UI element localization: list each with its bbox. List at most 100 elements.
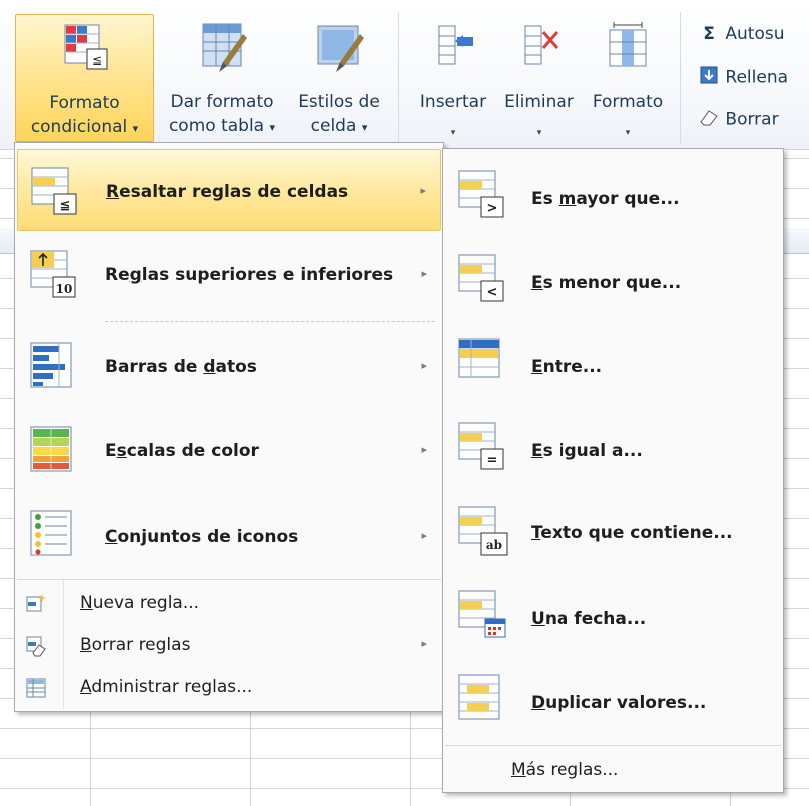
- submenu-item-date-occurring[interactable]: Una fecha...: [445, 575, 781, 657]
- mnemonic: d: [203, 357, 216, 377]
- mnemonic: C: [105, 527, 118, 547]
- clear-button[interactable]: Borrar: [698, 108, 779, 131]
- menu-item-label: ntre...: [542, 357, 603, 377]
- text-contains-icon: ab: [458, 506, 508, 556]
- top-bottom-rules-icon: 10: [30, 250, 76, 298]
- format-as-table-icon: [202, 23, 247, 72]
- duplicate-values-icon: [458, 674, 500, 720]
- format-as-table-button[interactable]: Dar formato como tabla ▾: [158, 14, 286, 142]
- fill-down-icon: [698, 66, 720, 89]
- format-label: Formato: [592, 92, 664, 112]
- submenu-item-more-rules[interactable]: Más reglas...: [445, 751, 781, 789]
- format-cells-icon: [609, 22, 647, 67]
- format-cells-button[interactable]: Formato ▾: [583, 14, 673, 142]
- menu-item-label: las superiores e inferiores: [141, 265, 394, 285]
- submenu-item-greater-than[interactable]: > Es mayor que...: [445, 155, 781, 237]
- delete-cells-button[interactable]: Eliminar ▾: [497, 14, 581, 142]
- fill-label: Rellena: [725, 67, 789, 88]
- data-bars-icon: [30, 342, 72, 388]
- greater-than-icon: >: [458, 170, 504, 218]
- submenu-item-equal-to[interactable]: = Es igual a...: [445, 407, 781, 489]
- clear-rules-icon: [26, 636, 46, 657]
- menu-item-label: ás reglas...: [525, 760, 619, 780]
- menu-item-label-pre: Es: [531, 189, 559, 209]
- cell-styles-label-2: celda: [310, 116, 357, 136]
- menu-divider: [105, 321, 435, 322]
- submenu-item-text-contains[interactable]: ab Texto que contiene...: [445, 491, 781, 573]
- conditional-format-label-1: Formato: [49, 93, 120, 113]
- highlight-cells-rules-icon: ≦: [31, 167, 77, 215]
- chevron-down-icon: ▾: [132, 122, 139, 135]
- autosum-label: Autosu: [725, 24, 785, 44]
- svg-text:>: >: [487, 201, 498, 216]
- menu-item-label-pre: E: [105, 441, 117, 461]
- menu-item-label: s menor que...: [542, 273, 682, 293]
- chevron-down-icon: ▾: [269, 121, 276, 134]
- sigma-icon: Σ: [703, 24, 715, 44]
- mnemonic: U: [531, 609, 545, 629]
- mnemonic: T: [531, 523, 541, 543]
- delete-cells-icon: [524, 25, 559, 65]
- eraser-icon: [698, 108, 720, 131]
- submenu-arrow-icon: ▸: [421, 359, 427, 372]
- insert-cells-icon: [438, 25, 473, 65]
- menu-item-label: ayor que...: [576, 189, 680, 209]
- menu-item-label: onjuntos de iconos: [117, 527, 299, 547]
- mnemonic: M: [511, 760, 526, 780]
- menu-item-color-scales[interactable]: Escalas de color ▸: [17, 411, 441, 493]
- delete-label: Eliminar: [504, 92, 574, 112]
- conditional-format-button[interactable]: ≦ Formato condicional ▾: [15, 14, 154, 142]
- insert-cells-button[interactable]: Insertar ▾: [411, 14, 495, 142]
- submenu-item-between[interactable]: Entre...: [445, 323, 781, 405]
- conditional-format-menu: ≦ Resaltar reglas de celdas ▸ 10 Reglas …: [14, 142, 444, 712]
- menu-item-label: calas de color: [126, 441, 259, 461]
- menu-item-label: exto que contiene...: [540, 523, 733, 543]
- svg-text:=: =: [487, 453, 498, 468]
- icon-sets-icon: [30, 510, 72, 556]
- submenu-arrow-icon: ▸: [421, 267, 427, 280]
- menu-item-label: ueva regla...: [92, 593, 200, 613]
- mnemonic: E: [531, 273, 543, 293]
- autosum-button[interactable]: Σ Autosu: [698, 24, 785, 44]
- cell-styles-label-2-wrap: celda ▾: [288, 114, 390, 140]
- menu-divider: [445, 745, 781, 746]
- between-icon: [458, 338, 500, 378]
- svg-text:<: <: [487, 285, 498, 300]
- mnemonic: s: [116, 441, 127, 461]
- menu-item-label: esaltar reglas de celdas: [119, 182, 349, 202]
- insert-label: Insertar: [419, 92, 487, 112]
- fill-button[interactable]: Rellena: [698, 66, 788, 89]
- menu-item-label: orrar reglas: [91, 635, 191, 655]
- menu-item-highlight-cells-rules[interactable]: ≦ Resaltar reglas de celdas ▸: [17, 149, 441, 231]
- menu-item-top-bottom-rules[interactable]: 10 Reglas superiores e inferiores ▸: [17, 235, 441, 317]
- cell-styles-icon: [317, 25, 364, 72]
- menu-item-label: uplicar valores...: [545, 693, 707, 713]
- menu-divider: [17, 579, 441, 580]
- svg-text:≦: ≦: [60, 198, 71, 213]
- mnemonic: g: [129, 265, 142, 285]
- mnemonic: B: [80, 635, 92, 655]
- manage-rules-icon: [26, 678, 46, 698]
- mnemonic: D: [531, 693, 546, 713]
- conditional-format-label-2: condicional: [30, 117, 128, 137]
- mnemonic: E: [531, 441, 543, 461]
- menu-item-manage-rules[interactable]: Administrar reglas...: [17, 667, 441, 707]
- submenu-item-less-than[interactable]: < Es menor que...: [445, 239, 781, 321]
- menu-item-new-rule[interactable]: Nueva regla...: [17, 583, 441, 623]
- menu-item-clear-rules[interactable]: Borrar reglas ▸: [17, 625, 441, 665]
- menu-item-data-bars[interactable]: Barras de datos ▸: [17, 327, 441, 409]
- mnemonic: N: [80, 593, 93, 613]
- menu-item-label: atos: [215, 357, 257, 377]
- color-scales-icon: [30, 426, 72, 472]
- format-as-table-label-2: como tabla: [168, 116, 265, 136]
- new-rule-icon: [26, 594, 46, 612]
- svg-text:10: 10: [56, 282, 73, 296]
- mnemonic: R: [106, 182, 120, 202]
- menu-item-label: na fecha...: [544, 609, 647, 629]
- mnemonic: m: [558, 189, 577, 209]
- menu-item-label: s igual a...: [542, 441, 643, 461]
- chevron-down-icon: ▾: [625, 128, 631, 138]
- submenu-item-duplicate-values[interactable]: Duplicar valores...: [445, 659, 781, 741]
- cell-styles-button[interactable]: Estilos de celda ▾: [288, 14, 390, 142]
- menu-item-icon-sets[interactable]: Conjuntos de iconos ▸: [17, 495, 441, 577]
